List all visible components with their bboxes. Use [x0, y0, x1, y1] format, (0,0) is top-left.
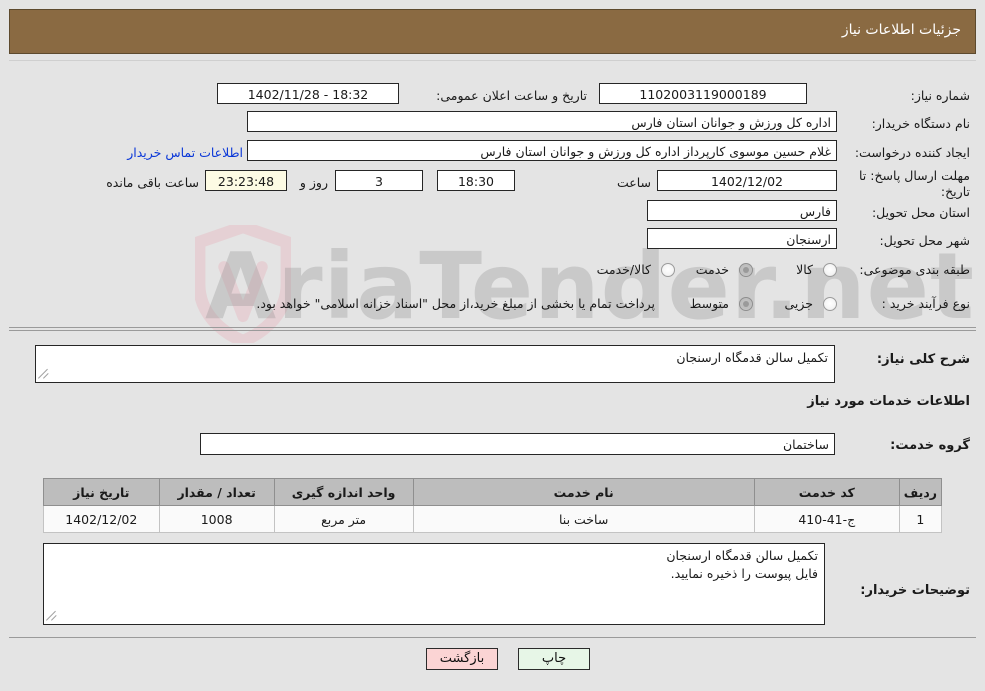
- radio-category-kala-label: کالا: [796, 262, 813, 277]
- radio-category-kala-khedmat[interactable]: [661, 263, 675, 277]
- buyer-notes-textarea[interactable]: تکمیل سالن قدمگاه ارسنجان فایل پیوست را …: [43, 543, 825, 625]
- city-label: شهر محل تحویل:: [879, 233, 970, 248]
- buyer-contact-link[interactable]: اطلاعات تماس خریدار: [127, 145, 243, 160]
- announce-label: تاریخ و ساعت اعلان عمومی:: [436, 88, 587, 103]
- cell-name: ساخت بنا: [412, 505, 755, 533]
- th-quantity: تعداد / مقدار: [158, 478, 275, 506]
- watermark-text: AriaTender.net: [205, 233, 975, 340]
- shield-logo-icon: [195, 225, 291, 343]
- cell-unit: متر مربع: [273, 505, 414, 533]
- province-value: فارس: [647, 200, 837, 221]
- city-value: ارسنجان: [647, 228, 837, 249]
- radio-purchase-motavasset-label: متوسط: [689, 296, 729, 311]
- remaining-clock: 23:23:48: [205, 170, 287, 191]
- service-group-value: ساختمان: [200, 433, 835, 455]
- cell-needdate: 1402/12/02: [43, 505, 160, 533]
- radio-category-khedmat-label: خدمت: [695, 262, 729, 277]
- radio-category-kala[interactable]: [823, 263, 837, 277]
- description-label: شرح کلی نیاز:: [876, 352, 970, 367]
- payment-note: پرداخت تمام یا بخشی از مبلغ خرید،از محل …: [256, 296, 655, 311]
- deadline-time-label: ساعت: [616, 175, 651, 190]
- table-header-row: ردیف کد خدمت نام خدمت واحد اندازه گیری ت…: [43, 478, 943, 506]
- radio-purchase-motavasset[interactable]: [739, 297, 753, 311]
- services-heading: اطلاعات خدمات مورد نیاز: [807, 394, 970, 409]
- buyer-org-label: نام دستگاه خریدار:: [871, 116, 970, 131]
- creator-label: ایجاد کننده درخواست:: [854, 145, 970, 160]
- creator-value: غلام حسین موسوی کارپرداز اداره کل ورزش و…: [247, 140, 837, 161]
- back-button[interactable]: بازگشت: [426, 648, 498, 670]
- th-name: نام خدمت: [412, 478, 755, 506]
- deadline-time: 18:30: [437, 170, 515, 191]
- radio-purchase-jozii[interactable]: [823, 297, 837, 311]
- remaining-clock-suffix: ساعت باقی مانده: [106, 175, 199, 190]
- category-label: طبقه بندی موضوعی:: [859, 262, 970, 277]
- resize-grip-icon[interactable]: [38, 368, 50, 380]
- buyer-org-value: اداره کل ورزش و جوانان استان فارس: [247, 111, 837, 132]
- radio-category-kala-khedmat-label: کالا/خدمت: [596, 262, 651, 277]
- buyer-notes-line2: فایل پیوست را ذخیره نمایید.: [670, 566, 818, 581]
- th-code: کد خدمت: [753, 478, 900, 506]
- cell-row: 1: [898, 505, 943, 533]
- need-number-label: شماره نیاز:: [910, 88, 970, 103]
- resize-grip-icon[interactable]: [46, 610, 58, 622]
- purchase-type-label: نوع فرآیند خرید :: [881, 296, 970, 311]
- panel-top-edge: [9, 60, 976, 61]
- province-label: استان محل تحویل:: [871, 205, 970, 220]
- services-table: ردیف کد خدمت نام خدمت واحد اندازه گیری ت…: [43, 478, 943, 533]
- service-group-label: گروه خدمت:: [890, 438, 970, 453]
- deadline-date: 1402/12/02: [657, 170, 837, 191]
- buyer-notes-line1: تکمیل سالن قدمگاه ارسنجان: [666, 548, 818, 563]
- table-row: 1 ج-41-410 ساخت بنا متر مربع 1008 1402/1…: [43, 505, 943, 533]
- th-row: ردیف: [898, 478, 943, 506]
- page-title: جزئیات اطلاعات نیاز: [841, 22, 961, 38]
- description-value: تکمیل سالن قدمگاه ارسنجان: [676, 350, 828, 365]
- remaining-days: 3: [335, 170, 423, 191]
- need-number-value: 1102003119000189: [599, 83, 807, 104]
- section-divider-bottom: [9, 637, 976, 638]
- cell-code: ج-41-410: [753, 505, 900, 533]
- section-divider-top: [9, 327, 976, 331]
- announce-value: 1402/11/28 - 18:32: [217, 83, 399, 104]
- description-textarea[interactable]: تکمیل سالن قدمگاه ارسنجان: [35, 345, 835, 383]
- page-header: جزئیات اطلاعات نیاز: [9, 9, 976, 54]
- remaining-days-suffix: روز و: [299, 175, 328, 190]
- th-needdate: تاریخ نیاز: [43, 478, 160, 506]
- th-unit: واحد اندازه گیری: [273, 478, 414, 506]
- deadline-label: مهلت ارسال پاسخ: تا تاریخ:: [859, 168, 970, 199]
- print-button[interactable]: چاپ: [518, 648, 590, 670]
- cell-quantity: 1008: [158, 505, 275, 533]
- buyer-notes-label: توضیحات خریدار:: [860, 583, 970, 598]
- radio-purchase-jozii-label: جزیی: [784, 296, 813, 311]
- radio-category-khedmat[interactable]: [739, 263, 753, 277]
